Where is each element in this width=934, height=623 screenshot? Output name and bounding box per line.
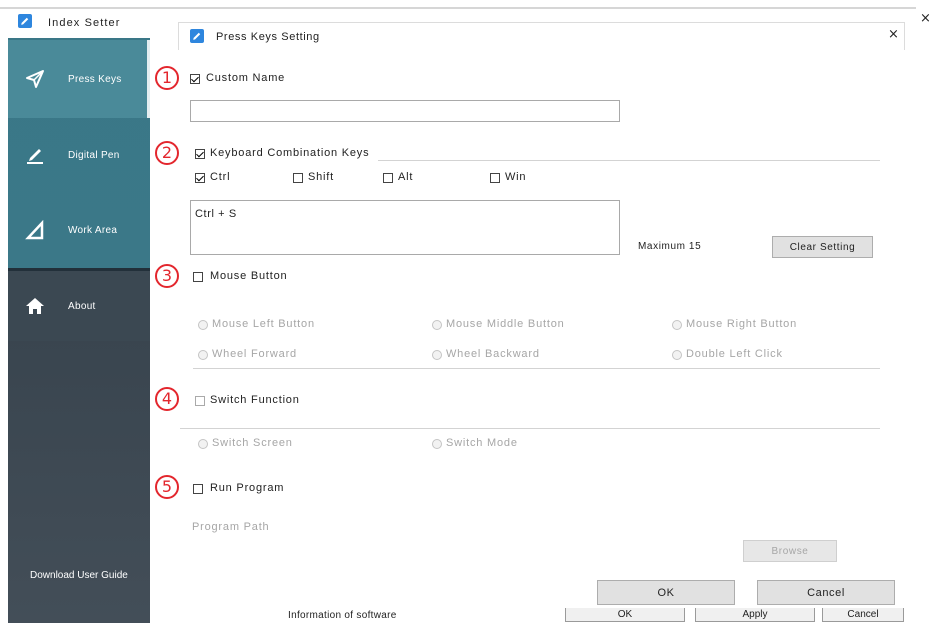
mouse-left-radio[interactable] <box>198 320 208 330</box>
app-window: Index Setter × Press Keys Digital Pen Wo… <box>0 0 934 623</box>
marker-5: 5 <box>155 475 179 499</box>
custom-name-checkbox[interactable] <box>190 74 200 84</box>
win-label: Win <box>505 171 527 183</box>
send-icon <box>25 69 45 89</box>
custom-name-label: Custom Name <box>206 72 286 84</box>
sidebar-item-label: Digital Pen <box>68 149 120 161</box>
sidebar: Press Keys Digital Pen Work Area About D… <box>8 38 150 623</box>
switch-function-checkbox[interactable] <box>195 396 205 406</box>
mouse-middle-label: Mouse Middle Button <box>446 318 565 330</box>
alt-label: Alt <box>398 171 414 183</box>
dialog-title-bar: Press Keys Setting × <box>178 22 905 50</box>
clear-setting-button[interactable]: Clear Setting <box>772 236 873 258</box>
key-combination-value: Ctrl + S <box>195 208 237 220</box>
app-pen-icon <box>18 14 32 28</box>
custom-name-input[interactable] <box>190 100 620 122</box>
sidebar-item-work-area[interactable]: Work Area <box>8 192 150 268</box>
run-program-label: Run Program <box>210 482 285 494</box>
marker-1: 1 <box>155 66 179 90</box>
wheel-backward-radio[interactable] <box>432 350 442 360</box>
wheel-forward-label: Wheel Forward <box>212 348 297 360</box>
app-pen-icon <box>190 29 204 43</box>
keyboard-combination-label: Keyboard Combination Keys <box>210 147 370 159</box>
mouse-right-label: Mouse Right Button <box>686 318 798 330</box>
wheel-backward-label: Wheel Backward <box>446 348 540 360</box>
home-icon <box>25 296 45 316</box>
app-title: Index Setter <box>48 17 121 29</box>
window-close-icon[interactable]: × <box>920 12 931 26</box>
sidebar-item-label: Press Keys <box>68 73 122 85</box>
shift-checkbox[interactable] <box>293 173 303 183</box>
win-checkbox[interactable] <box>490 173 500 183</box>
ruler-icon <box>25 220 45 240</box>
switch-function-label: Switch Function <box>210 394 300 406</box>
double-left-click-label: Double Left Click <box>686 348 783 360</box>
group-divider <box>378 160 880 161</box>
keyboard-combination-checkbox[interactable] <box>195 149 205 159</box>
group-divider <box>180 428 880 429</box>
mouse-right-radio[interactable] <box>672 320 682 330</box>
marker-2: 2 <box>155 141 179 165</box>
ok-button[interactable]: OK <box>597 580 735 605</box>
mouse-button-checkbox[interactable] <box>193 272 203 282</box>
alt-checkbox[interactable] <box>383 173 393 183</box>
shift-label: Shift <box>308 171 335 183</box>
ctrl-label: Ctrl <box>210 171 231 183</box>
marker-3: 3 <box>155 264 179 288</box>
cancel-button[interactable]: Cancel <box>757 580 895 605</box>
dialog-close-icon[interactable]: × <box>888 28 899 42</box>
switch-screen-label: Switch Screen <box>212 437 293 449</box>
browse-button[interactable]: Browse <box>743 540 837 562</box>
sidebar-item-label: Work Area <box>68 224 118 236</box>
maximum-note: Maximum 15 <box>638 241 702 252</box>
software-info-link[interactable]: Information of software <box>288 610 397 621</box>
ctrl-checkbox[interactable] <box>195 173 205 183</box>
double-left-click-radio[interactable] <box>672 350 682 360</box>
switch-mode-label: Switch Mode <box>446 437 518 449</box>
sidebar-item-label: About <box>68 300 96 312</box>
mouse-button-label: Mouse Button <box>210 270 288 282</box>
mouse-middle-radio[interactable] <box>432 320 442 330</box>
sidebar-item-digital-pen[interactable]: Digital Pen <box>8 118 150 192</box>
sidebar-item-about[interactable]: About <box>8 271 150 341</box>
wheel-forward-radio[interactable] <box>198 350 208 360</box>
switch-screen-radio[interactable] <box>198 439 208 449</box>
dialog-title: Press Keys Setting <box>216 31 320 43</box>
marker-4: 4 <box>155 387 179 411</box>
download-link[interactable]: Download User Guide <box>30 570 128 581</box>
group-divider <box>193 368 880 369</box>
pen-icon <box>25 145 45 165</box>
mouse-left-label: Mouse Left Button <box>212 318 315 330</box>
run-program-checkbox[interactable] <box>193 484 203 494</box>
key-combination-textarea[interactable]: Ctrl + S <box>190 200 620 255</box>
switch-mode-radio[interactable] <box>432 439 442 449</box>
press-keys-dialog: Press Keys Setting × 1 2 3 4 5 Custom Na… <box>150 22 905 608</box>
sidebar-item-press-keys[interactable]: Press Keys <box>8 40 150 118</box>
program-path-label: Program Path <box>192 521 270 533</box>
